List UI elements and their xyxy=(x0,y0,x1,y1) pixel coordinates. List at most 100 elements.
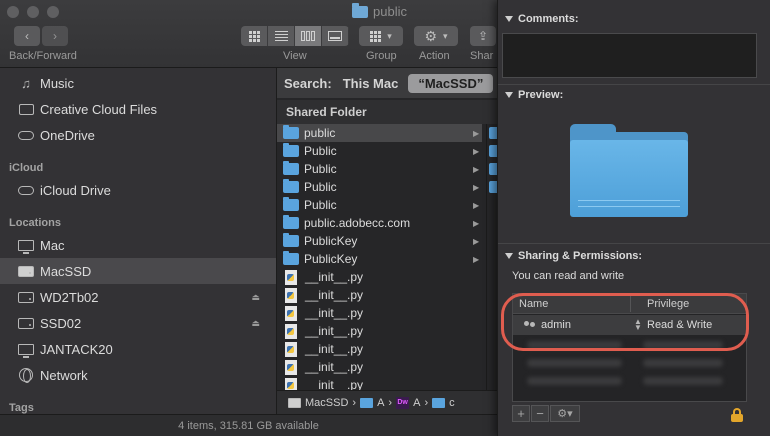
list-item[interactable]: Public ▶ xyxy=(277,196,482,214)
scope-macssd[interactable]: “MacSSD” xyxy=(408,73,494,93)
folder-icon xyxy=(17,101,35,117)
scope-this-mac[interactable]: This Mac xyxy=(343,76,399,91)
list-item[interactable]: Public ▶ xyxy=(277,142,482,160)
list-item[interactable]: __init__.py xyxy=(277,286,482,304)
minimize-window-button[interactable] xyxy=(27,6,39,18)
eject-icon[interactable]: ⏏ xyxy=(251,292,260,303)
folder-icon xyxy=(283,233,299,247)
comments-field[interactable] xyxy=(502,33,757,78)
results-list: public ▶ Public ▶ Public ▶ Public ▶ Public ▶ … xyxy=(277,124,498,392)
zoom-window-button[interactable] xyxy=(47,6,59,18)
column-view-button[interactable] xyxy=(295,26,322,46)
path-segment-macssd[interactable]: MacSSD xyxy=(305,397,348,409)
chevron-right-icon: › xyxy=(424,396,429,409)
list-item[interactable]: __init__.py xyxy=(277,340,482,358)
sidebar-item-wd2tb02[interactable]: WD2Tb02 ⏏ xyxy=(0,284,276,310)
forward-button[interactable]: › xyxy=(42,26,68,46)
back-forward-label: Back/Forward xyxy=(9,50,77,62)
chevron-right-icon: › xyxy=(352,396,357,409)
redacted-entry xyxy=(527,359,622,367)
redacted-entry xyxy=(527,341,622,349)
icon-view-button[interactable] xyxy=(241,26,268,46)
close-window-button[interactable] xyxy=(7,6,19,18)
gallery-icon xyxy=(328,31,342,41)
view-switcher[interactable] xyxy=(241,26,349,46)
path-segment[interactable]: A xyxy=(377,397,384,409)
eject-icon[interactable]: ⏏ xyxy=(251,318,260,329)
cloud-icon xyxy=(17,127,35,143)
path-segment[interactable]: A xyxy=(413,397,420,409)
path-segment[interactable]: c xyxy=(449,397,455,409)
sidebar-item-ssd02[interactable]: SSD02 ⏏ xyxy=(0,310,276,336)
disclosure-triangle-icon xyxy=(505,253,513,259)
disclosure-arrow-icon: ▶ xyxy=(473,236,480,246)
folder-icon xyxy=(283,161,299,175)
list-icon xyxy=(274,31,288,41)
drive-icon xyxy=(17,263,35,279)
privilege-select[interactable]: Read & Write xyxy=(647,319,712,331)
add-user-button[interactable]: + xyxy=(512,405,530,422)
sidebar-item-jantack20[interactable]: JANTACK20 xyxy=(0,336,276,362)
sidebar-item-mac[interactable]: Mac xyxy=(0,232,276,258)
list-item[interactable]: Public ▶ xyxy=(277,178,482,196)
sidebar-item-macssd[interactable]: MacSSD xyxy=(0,258,276,284)
action-button[interactable]: ⚙ ▾ xyxy=(414,26,458,46)
list-item[interactable]: __init__.py xyxy=(277,304,482,322)
disclosure-triangle-icon xyxy=(505,92,513,98)
window-title: public xyxy=(352,2,407,19)
sidebar-item-network[interactable]: Network xyxy=(0,362,276,388)
search-scope-bar: Search: This Mac “MacSSD” xyxy=(277,68,498,98)
permission-user-name: admin xyxy=(541,319,571,331)
list-view-button[interactable] xyxy=(268,26,295,46)
permissions-action-button[interactable]: ⚙▾ xyxy=(550,405,580,422)
sidebar-item-creative-cloud-files[interactable]: Creative Cloud Files xyxy=(0,96,276,122)
list-item[interactable]: PublicKey ▶ xyxy=(277,250,482,268)
list-item[interactable]: PublicKey ▶ xyxy=(277,232,482,250)
sidebar-header-tags: Tags xyxy=(9,402,34,414)
folder-icon xyxy=(352,2,368,18)
list-item[interactable]: Public ▶ xyxy=(277,160,482,178)
gear-icon: ⚙ xyxy=(424,27,438,44)
lock-icon[interactable] xyxy=(731,408,743,422)
list-item[interactable]: public.adobecc.com ▶ xyxy=(277,214,482,232)
gallery-view-button[interactable] xyxy=(322,26,349,46)
sidebar-item-music[interactable]: ♫ Music xyxy=(0,70,276,96)
permissions-table: Name Privilege admin ▲ ▼ Read & Write xyxy=(512,293,747,402)
share-button[interactable]: ⇪ xyxy=(470,26,496,46)
list-item[interactable]: public ▶ xyxy=(277,124,482,142)
disclosure-arrow-icon: ▶ xyxy=(473,146,480,156)
disclosure-arrow-icon: ▶ xyxy=(473,200,480,210)
python-file-icon xyxy=(285,269,297,285)
remove-user-button[interactable]: − xyxy=(531,405,549,422)
redacted-entry xyxy=(643,359,723,367)
sidebar-item-onedrive[interactable]: OneDrive xyxy=(0,122,276,148)
folder-icon xyxy=(283,125,299,139)
list-item[interactable]: __init__.py xyxy=(277,322,482,340)
columns-icon xyxy=(301,31,315,41)
share-label: Shar xyxy=(470,50,494,62)
python-file-icon xyxy=(285,323,297,339)
permissions-table-header: Name Privilege xyxy=(513,294,746,314)
drive-icon xyxy=(17,289,35,305)
group-button[interactable]: ▾ xyxy=(359,26,403,46)
disclosure-arrow-icon: ▶ xyxy=(473,218,480,228)
back-button[interactable]: ‹ xyxy=(14,26,40,46)
comments-section-toggle[interactable]: Comments: xyxy=(505,13,579,25)
action-label: Action xyxy=(419,50,450,62)
redacted-entry xyxy=(643,341,723,349)
laptop-icon xyxy=(17,237,35,254)
table-row[interactable]: admin ▲ ▼ Read & Write xyxy=(513,315,746,335)
preview-section-toggle[interactable]: Preview: xyxy=(505,89,563,101)
results-column-header[interactable]: Shared Folder xyxy=(277,100,498,124)
chevron-left-icon: ‹ xyxy=(25,29,29,43)
sharing-section-toggle[interactable]: Sharing & Permissions: xyxy=(505,250,642,262)
list-item[interactable]: __init__.py xyxy=(277,268,482,286)
chevron-down-icon: ▾ xyxy=(387,30,392,41)
divider xyxy=(498,243,770,244)
column-header-name[interactable]: Name xyxy=(519,298,548,310)
column-header-privilege[interactable]: Privilege xyxy=(647,298,689,310)
python-file-icon xyxy=(285,359,297,375)
sidebar-item-icloud-drive[interactable]: iCloud Drive xyxy=(0,177,276,203)
divider xyxy=(498,84,770,85)
list-item[interactable]: __init__.py xyxy=(277,358,482,376)
